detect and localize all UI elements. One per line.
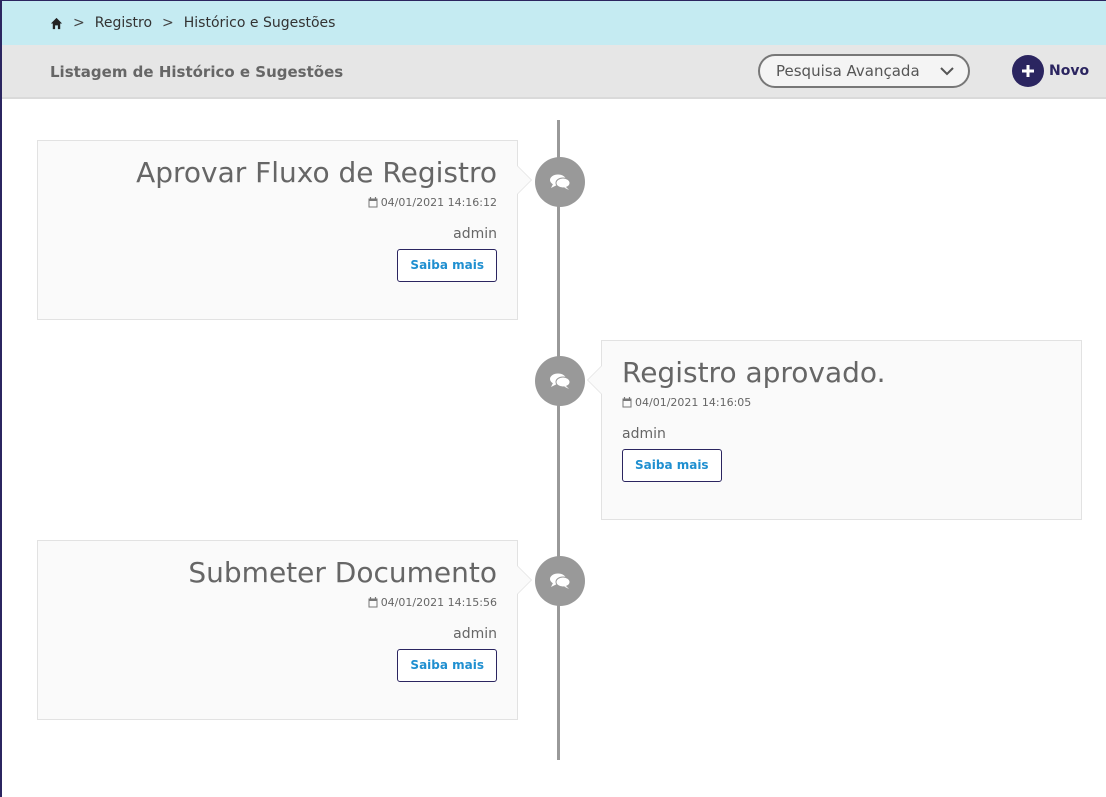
entry-date-text: 04/01/2021 14:16:05 [635,396,752,409]
window-edge [0,0,2,797]
comments-icon [535,356,585,406]
advanced-search-dropdown[interactable]: Pesquisa Avançada [758,54,970,88]
entry-author: admin [622,426,666,442]
page-header: Listagem de Histórico e Sugestões Pesqui… [2,45,1106,99]
entry-author: admin [453,626,497,642]
advanced-search-label: Pesquisa Avançada [776,62,920,80]
page-title: Listagem de Histórico e Sugestões [50,63,344,81]
new-button[interactable]: Novo [1012,55,1089,87]
entry-title: Aprovar Fluxo de Registro [136,156,497,189]
entry-title: Registro aprovado. [622,356,886,389]
entry-date-text: 04/01/2021 14:15:56 [380,596,497,609]
breadcrumb: > Registro > Histórico e Sugestões [2,0,1106,45]
timeline-panel: Registro aprovado. 04/01/2021 14:16:05 a… [587,340,1082,520]
calendar-icon [368,197,378,208]
entry-title: Submeter Documento [188,556,497,589]
breadcrumb-separator: > [162,15,174,31]
timeline-line [557,120,560,760]
calendar-icon [622,397,632,408]
breadcrumb-item-historico[interactable]: Histórico e Sugestões [184,15,336,31]
comments-icon [535,556,585,606]
entry-author: admin [453,226,497,242]
chevron-down-icon [940,67,954,76]
saiba-mais-button[interactable]: Saiba mais [397,249,497,282]
entry-date: 04/01/2021 14:15:56 [58,596,497,609]
breadcrumb-separator: > [73,15,85,31]
breadcrumb-item-registro[interactable]: Registro [95,15,152,31]
home-icon[interactable] [50,17,63,30]
plus-icon [1012,55,1044,87]
saiba-mais-button[interactable]: Saiba mais [622,449,722,482]
comments-icon [535,157,585,207]
entry-date-text: 04/01/2021 14:16:12 [380,196,497,209]
calendar-icon [368,597,378,608]
new-button-label: Novo [1049,63,1090,79]
saiba-mais-button[interactable]: Saiba mais [397,649,497,682]
timeline-panel: Aprovar Fluxo de Registro 04/01/2021 14:… [37,140,532,320]
entry-date: 04/01/2021 14:16:12 [58,196,497,209]
timeline-panel: Submeter Documento 04/01/2021 14:15:56 a… [37,540,532,720]
entry-date: 04/01/2021 14:16:05 [622,396,1061,409]
